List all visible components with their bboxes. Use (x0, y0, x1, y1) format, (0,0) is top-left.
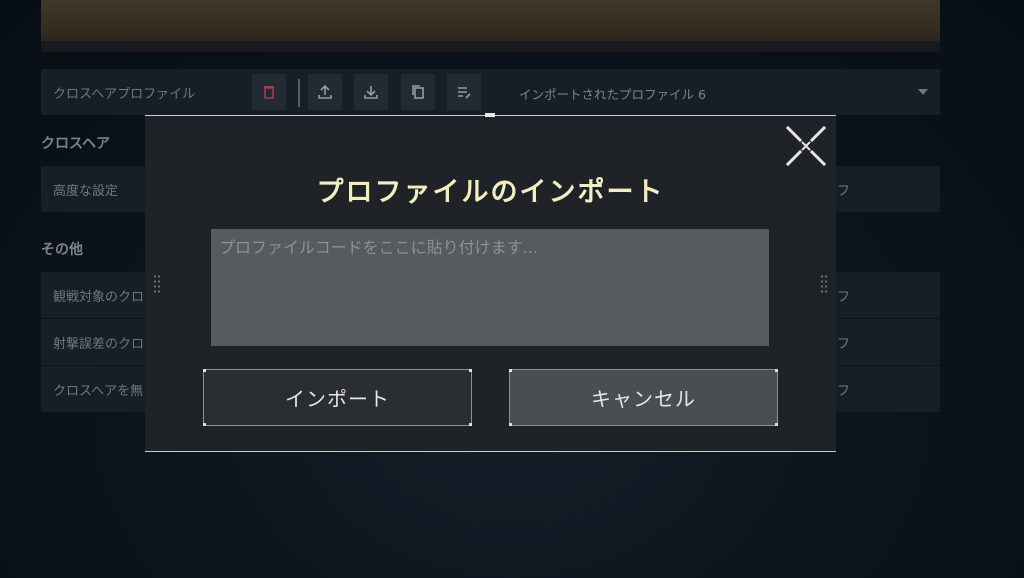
corner-mark (203, 369, 206, 372)
corner-mark (469, 369, 472, 372)
corner-mark (509, 369, 512, 372)
corner-mark (775, 369, 778, 372)
close-button[interactable] (784, 124, 828, 168)
corner-mark (469, 423, 472, 426)
dialog-top-notch (485, 113, 495, 117)
import-profile-dialog: プロファイルのインポート インポート キャンセル (145, 113, 836, 452)
dialog-title: プロファイルのインポート (316, 177, 665, 208)
corner-mark (509, 423, 512, 426)
right-grip-icon (820, 274, 828, 294)
cancel-button[interactable]: キャンセル (509, 369, 778, 426)
import-button-label: インポート (285, 387, 390, 411)
profile-code-input[interactable] (211, 229, 769, 346)
corner-mark (775, 423, 778, 426)
corner-mark (203, 423, 206, 426)
left-grip-icon (153, 274, 161, 294)
import-button[interactable]: インポート (203, 369, 472, 426)
close-x-icon (785, 125, 827, 167)
cancel-button-label: キャンセル (591, 387, 696, 411)
